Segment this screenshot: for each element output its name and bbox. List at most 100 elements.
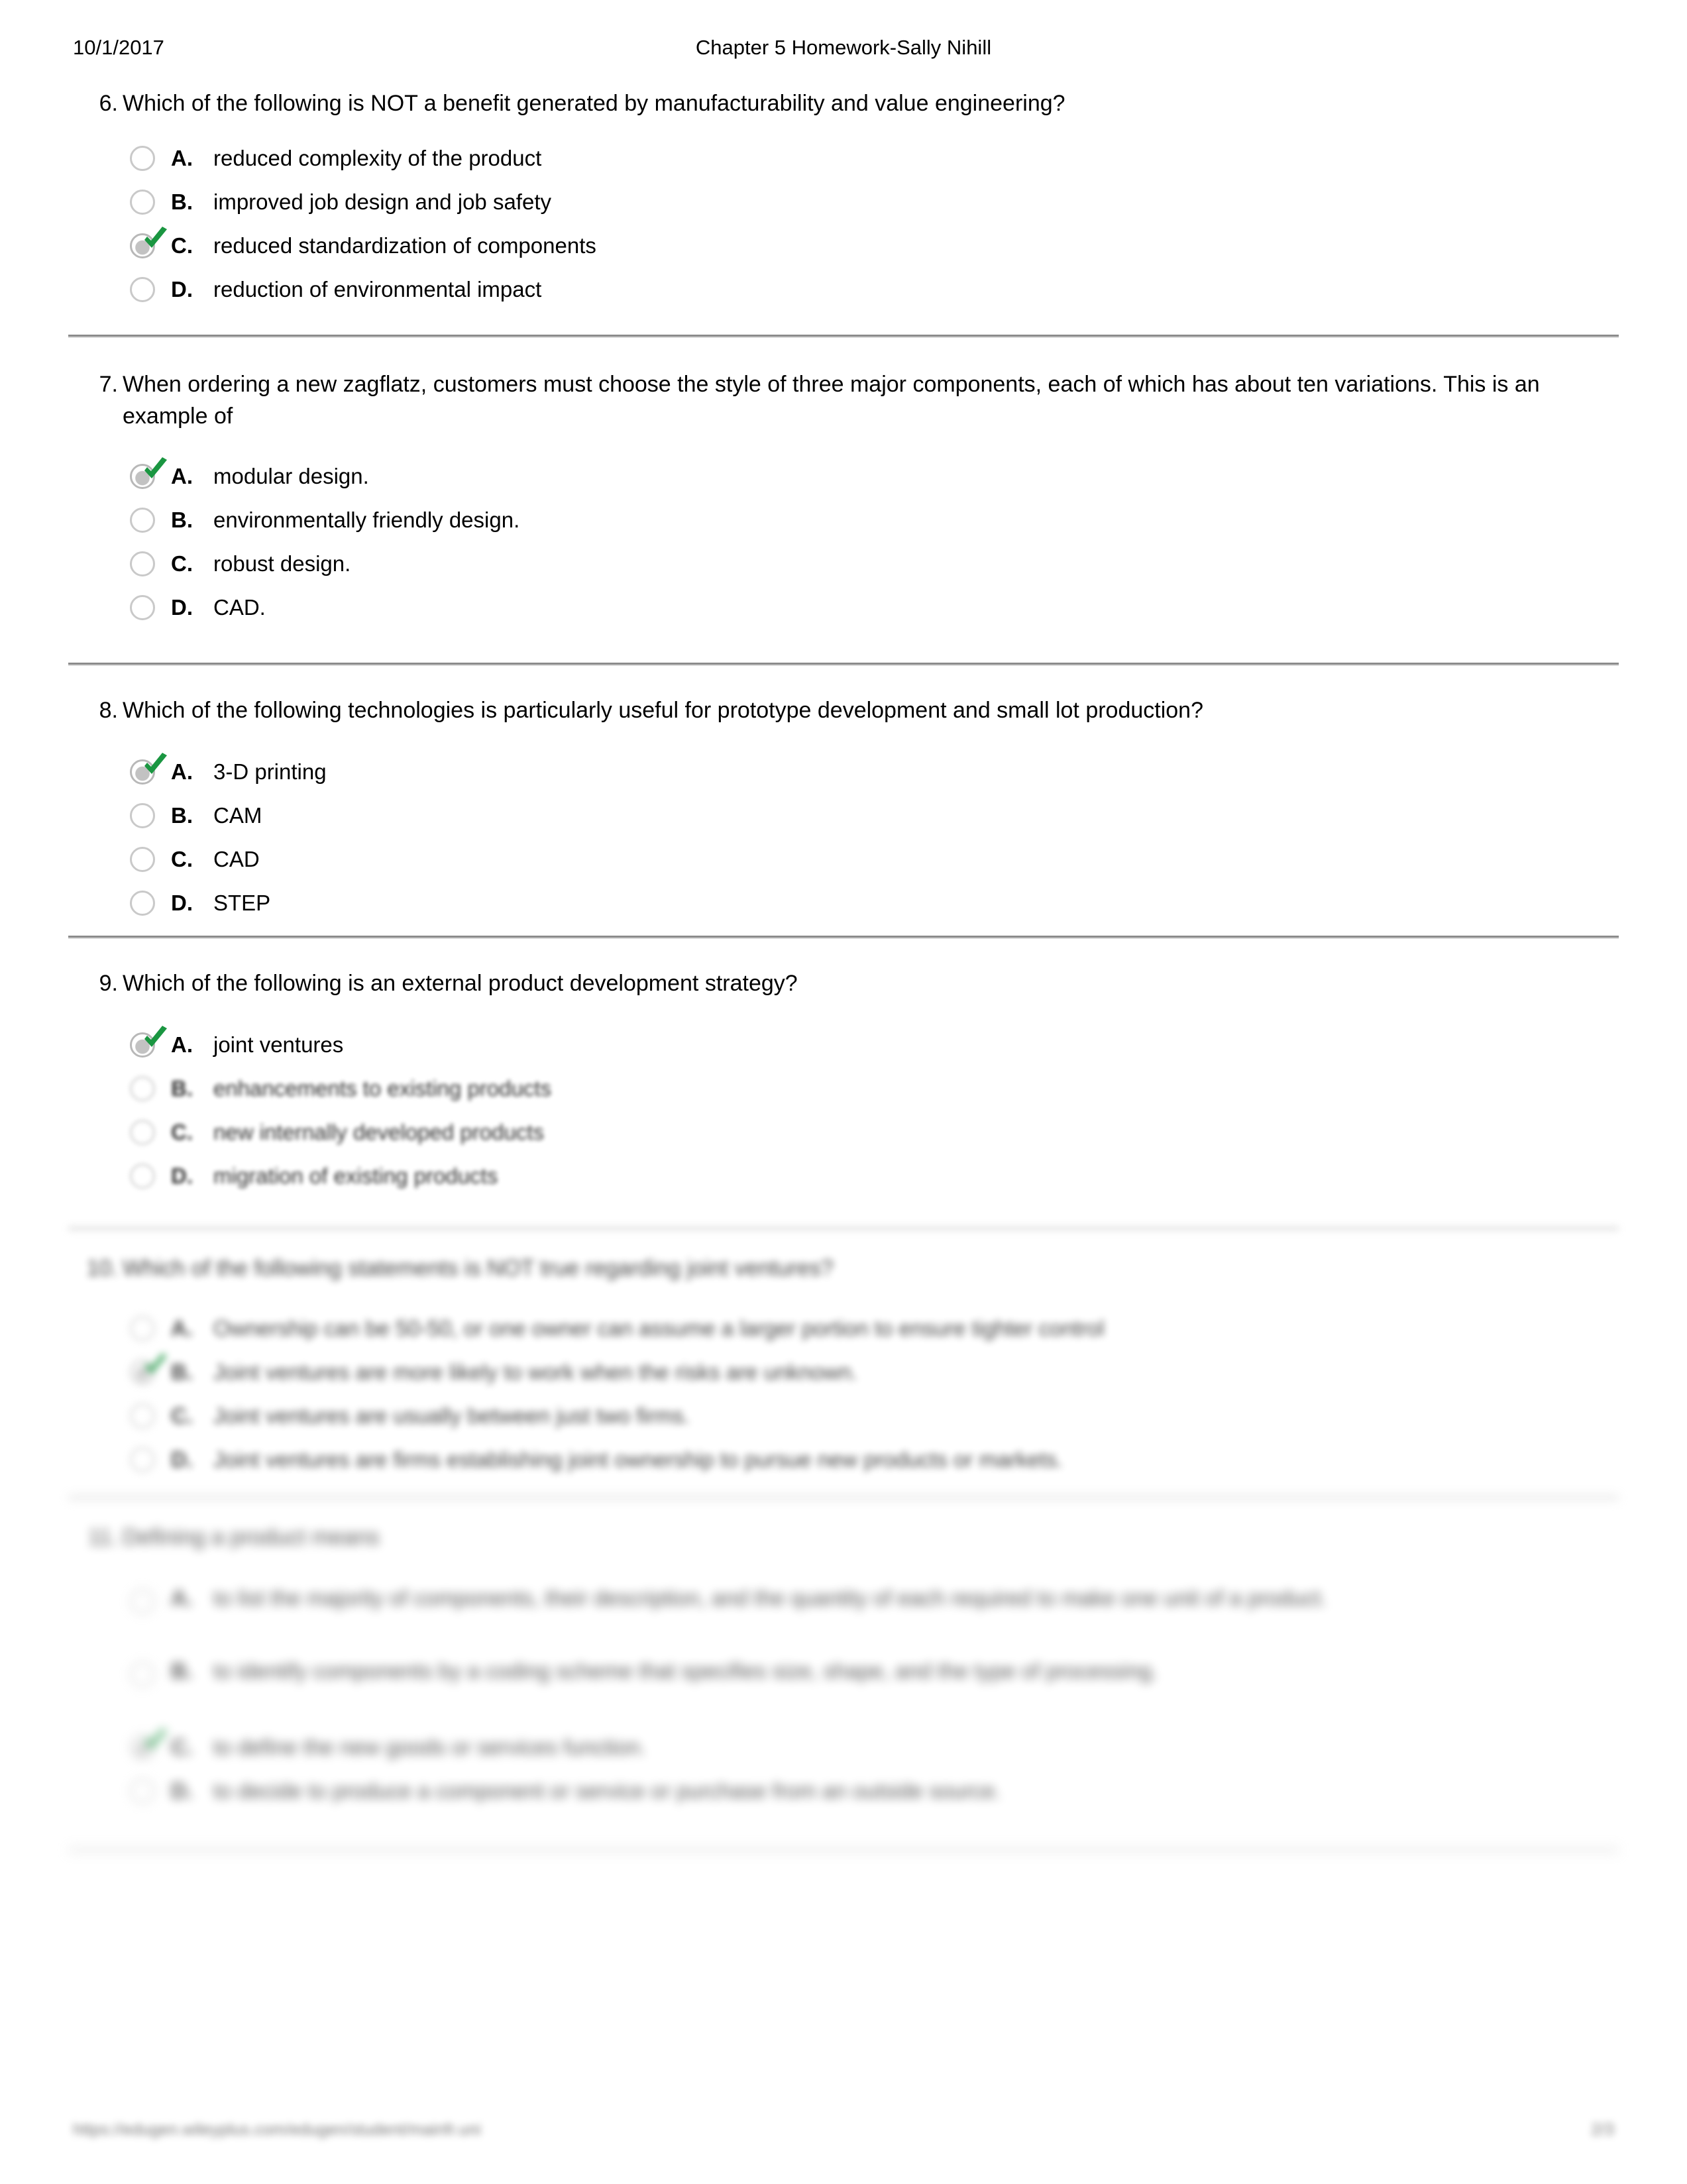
answer-option-d[interactable]: D. STEP [0, 881, 1687, 925]
option-letter: A. [171, 464, 193, 488]
answer-option-b[interactable]: B. to identify components by a coding sc… [0, 1653, 1687, 1725]
question-number: 11. [88, 1525, 118, 1550]
answer-option-a[interactable]: A. to list the majority of components, t… [0, 1580, 1687, 1653]
question-block-6: 6. Which of the following is NOT a benef… [0, 87, 1687, 311]
option-letter: C. [171, 1120, 193, 1144]
option-text: new internally developed products [213, 1120, 544, 1144]
answer-option-a[interactable]: A. reduced complexity of the product [0, 136, 1687, 180]
option-letter: D. [171, 891, 193, 915]
option-letter: D. [171, 595, 193, 620]
option-text: to decide to produce a component or serv… [213, 1778, 1001, 1803]
answer-option-c[interactable]: C. new internally developed products [0, 1111, 1687, 1154]
radio-button-unselected-icon[interactable] [130, 595, 155, 620]
answer-option-d[interactable]: D. to decide to produce a component or s… [0, 1769, 1687, 1813]
question-text: Which of the following is an external pr… [123, 971, 798, 996]
answer-option-a[interactable]: A. modular design. [0, 455, 1687, 498]
question-text: Defining a product means [123, 1525, 380, 1550]
answer-options: A. joint ventures B. enhancements to exi… [0, 1023, 1687, 1198]
option-letter: A. [171, 146, 193, 170]
option-letter: C. [171, 551, 193, 576]
answer-option-a[interactable]: A. joint ventures [0, 1023, 1687, 1067]
answer-option-c[interactable]: C. reduced standardization of components [0, 224, 1687, 268]
answer-options: A. Ownership can be 50-50, or one owner … [0, 1307, 1687, 1482]
answer-option-b[interactable]: B. CAM [0, 794, 1687, 838]
question-divider [68, 1849, 1619, 1852]
question-row: 8. Which of the following technologies i… [0, 694, 1687, 726]
option-letter: B. [171, 1659, 193, 1683]
option-letter: D. [171, 1447, 193, 1472]
radio-button-unselected-icon[interactable] [130, 891, 155, 916]
answer-options: A. 3-D printing B. CAM C. CAD D. STEP [0, 750, 1687, 925]
option-letter: C. [171, 233, 193, 258]
radio-button-unselected-icon[interactable] [130, 1164, 155, 1189]
answer-option-b[interactable]: B. improved job design and job safety [0, 180, 1687, 224]
option-text: STEP [213, 891, 271, 915]
radio-button-unselected-icon[interactable] [130, 1447, 155, 1472]
option-letter: B. [171, 508, 193, 532]
radio-button-unselected-icon[interactable] [130, 146, 155, 171]
question-number: 9. [99, 971, 118, 996]
option-text: enhancements to existing products [213, 1076, 551, 1101]
answer-option-a[interactable]: A. Ownership can be 50-50, or one owner … [0, 1307, 1687, 1350]
option-letter: D. [171, 1164, 193, 1188]
option-letter: A. [171, 759, 193, 784]
answer-option-c[interactable]: C. robust design. [0, 542, 1687, 586]
answer-option-c[interactable]: C. to define the new goods or services f… [0, 1725, 1687, 1769]
question-divider [68, 663, 1619, 666]
option-text: 3-D printing [213, 759, 327, 784]
answer-options: A. reduced complexity of the product B. … [0, 136, 1687, 311]
option-text: Joint ventures are usually between just … [213, 1403, 690, 1428]
answer-option-d[interactable]: D. reduction of environmental impact [0, 268, 1687, 311]
option-text: Joint ventures are firms establishing jo… [213, 1447, 1063, 1472]
answer-option-b[interactable]: B. Joint ventures are more likely to wor… [0, 1350, 1687, 1394]
answer-option-a[interactable]: A. 3-D printing [0, 750, 1687, 794]
answer-option-b[interactable]: B. environmentally friendly design. [0, 498, 1687, 542]
radio-button-unselected-icon[interactable] [130, 1120, 155, 1145]
radio-button-unselected-icon[interactable] [130, 1316, 155, 1341]
radio-button-unselected-icon[interactable] [130, 1589, 155, 1614]
option-text: reduced standardization of components [213, 233, 596, 258]
answer-option-d[interactable]: D. migration of existing products [0, 1154, 1687, 1198]
option-letter: C. [171, 1735, 193, 1759]
green-check-icon [144, 1026, 167, 1047]
answer-option-c[interactable]: C. Joint ventures are usually between ju… [0, 1394, 1687, 1438]
answer-option-d[interactable]: D. Joint ventures are firms establishing… [0, 1438, 1687, 1482]
option-text: robust design. [213, 551, 351, 576]
option-letter: A. [171, 1316, 193, 1340]
radio-button-unselected-icon[interactable] [130, 1662, 155, 1687]
radio-button-unselected-icon[interactable] [130, 1778, 155, 1804]
question-divider [68, 335, 1619, 338]
question-text: When ordering a new zagflatz, customers … [123, 372, 1540, 429]
radio-button-unselected-icon[interactable] [130, 508, 155, 533]
option-letter: A. [171, 1032, 193, 1057]
question-row: 11. Defining a product means [0, 1521, 1687, 1553]
page-footer: https://edugen.wileyplus.com/edugen/stud… [0, 2118, 1687, 2157]
answer-option-c[interactable]: C. CAD [0, 838, 1687, 881]
answer-option-d[interactable]: D. CAD. [0, 586, 1687, 629]
option-text: joint ventures [213, 1032, 344, 1057]
question-number: 8. [99, 698, 118, 723]
question-divider [68, 1227, 1619, 1230]
question-row: 9. Which of the following is an external… [0, 967, 1687, 999]
question-row: 7. When ordering a new zagflatz, custome… [0, 368, 1687, 432]
radio-button-unselected-icon[interactable] [130, 1403, 155, 1429]
radio-button-unselected-icon[interactable] [130, 1076, 155, 1101]
question-number: 7. [99, 372, 118, 397]
answer-options: A. modular design. B. environmentally fr… [0, 455, 1687, 629]
option-letter: B. [171, 190, 193, 214]
answer-option-b[interactable]: B. enhancements to existing products [0, 1067, 1687, 1111]
radio-button-unselected-icon[interactable] [130, 277, 155, 302]
footer-url[interactable]: https://edugen.wileyplus.com/edugen/stud… [73, 2118, 481, 2142]
radio-button-unselected-icon[interactable] [130, 190, 155, 215]
header-title: Chapter 5 Homework-Sally Nihill [695, 36, 992, 59]
option-letter: D. [171, 1778, 193, 1803]
radio-button-unselected-icon[interactable] [130, 847, 155, 872]
question-divider [68, 936, 1619, 939]
radio-button-unselected-icon[interactable] [130, 803, 155, 828]
question-block-7: 7. When ordering a new zagflatz, custome… [0, 368, 1687, 629]
option-text: reduced complexity of the product [213, 146, 542, 170]
option-text: environmentally friendly design. [213, 508, 520, 532]
question-text: Which of the following statements is NOT… [123, 1256, 834, 1281]
radio-button-unselected-icon[interactable] [130, 551, 155, 576]
option-text: to list the majority of components, thei… [213, 1586, 1327, 1610]
